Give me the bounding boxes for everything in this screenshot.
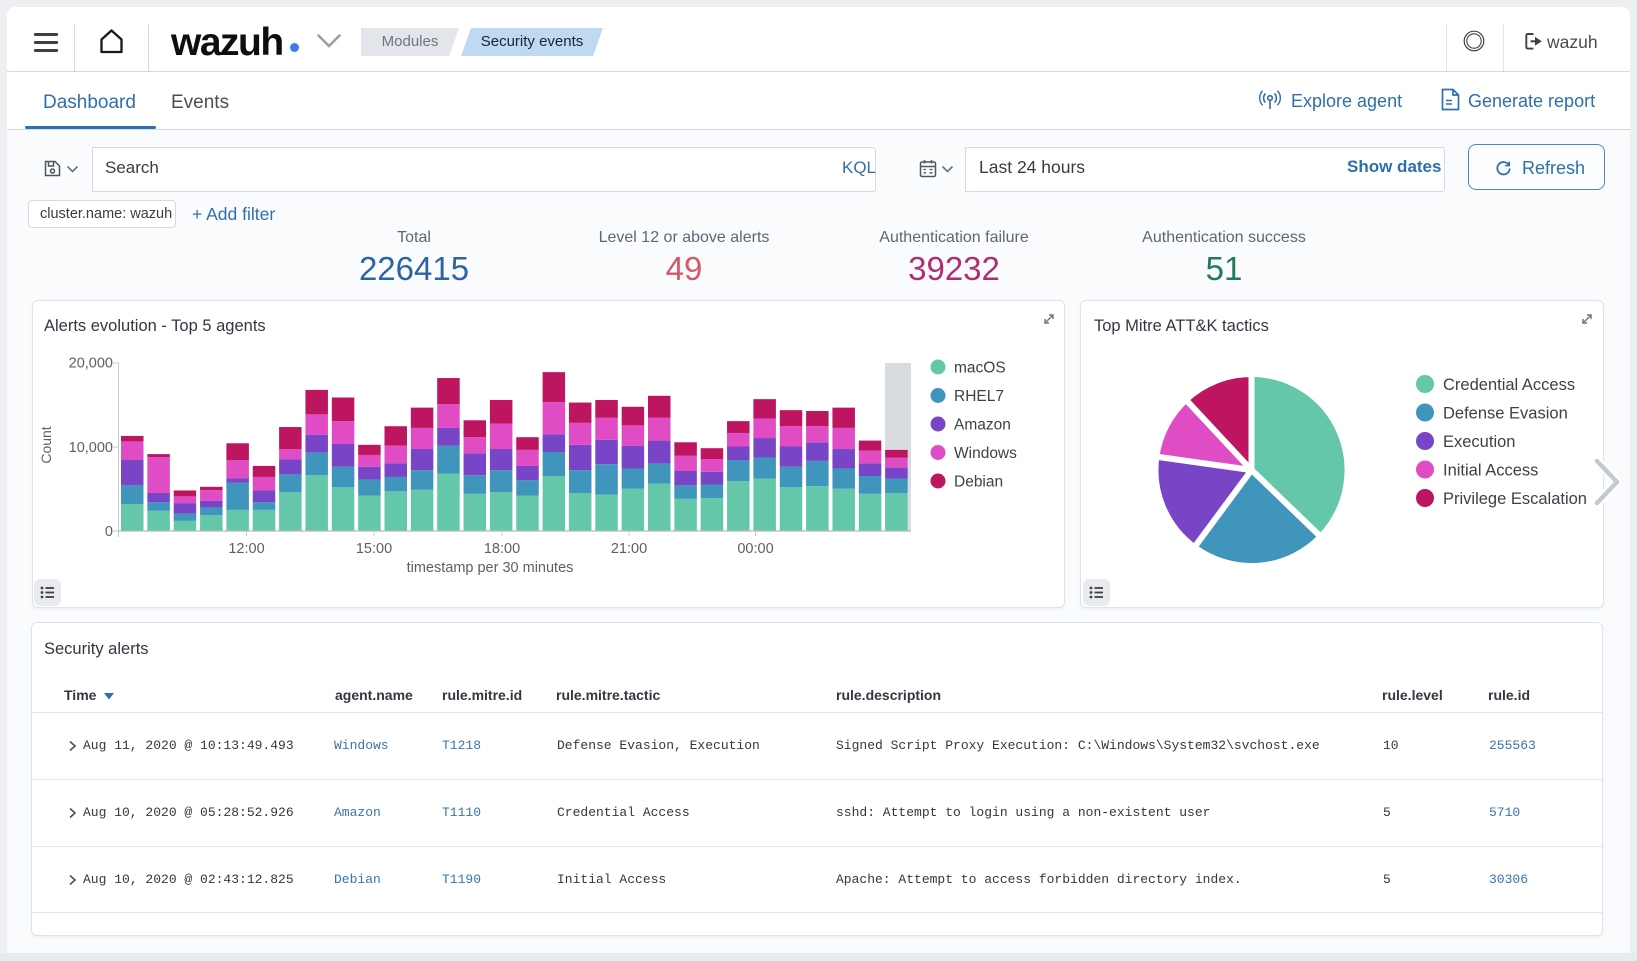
svg-text:RHEL7: RHEL7 — [954, 388, 1004, 405]
svg-text:Execution: Execution — [1443, 433, 1515, 451]
svg-text:21:00: 21:00 — [611, 541, 647, 557]
svg-text:timestamp per 30 minutes: timestamp per 30 minutes — [407, 560, 574, 576]
svg-text:0: 0 — [105, 524, 113, 540]
svg-text:10,000: 10,000 — [69, 440, 113, 456]
svg-text:Privilege Escalation: Privilege Escalation — [1443, 490, 1587, 508]
svg-text:Amazon: Amazon — [954, 417, 1011, 434]
svg-text:Defense Evasion: Defense Evasion — [1443, 405, 1568, 423]
svg-text:20,000: 20,000 — [69, 356, 113, 372]
svg-text:Credential Access: Credential Access — [1443, 376, 1575, 394]
svg-text:Count: Count — [38, 426, 54, 463]
svg-text:12:00: 12:00 — [228, 541, 264, 557]
svg-text:Debian: Debian — [954, 474, 1003, 491]
svg-text:Initial Access: Initial Access — [1443, 462, 1538, 480]
svg-text:18:00: 18:00 — [484, 541, 520, 557]
svg-text:00:00: 00:00 — [737, 541, 773, 557]
svg-text:Windows: Windows — [954, 445, 1017, 462]
svg-text:macOS: macOS — [954, 360, 1006, 377]
svg-text:15:00: 15:00 — [356, 541, 392, 557]
